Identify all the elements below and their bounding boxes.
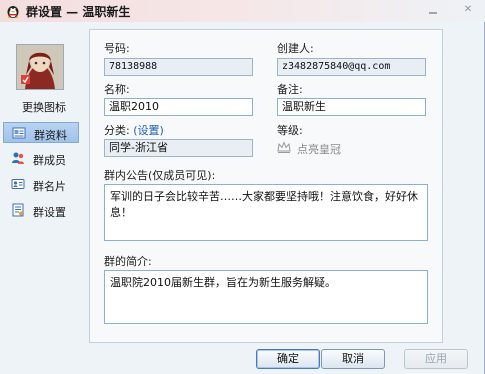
- announcement-textarea[interactable]: 军训的日子会比较辛苦……大家都要坚持哦！注意饮食，好好休息！: [104, 184, 428, 241]
- group-settings-window: 群设置 — 温职新生 ✕ 更换图标 群资料 群成员 群名片 群设置 号码: 78…: [0, 0, 485, 374]
- group-name-field[interactable]: 温职2010: [104, 98, 253, 116]
- sidebar-item-group-members[interactable]: 群成员: [3, 148, 79, 169]
- category-label: 分类: (设置): [104, 122, 164, 138]
- sidebar-item-label: 群名片: [33, 180, 66, 193]
- light-crown-link[interactable]: 点亮皇冠: [297, 141, 341, 157]
- close-button[interactable]: ✕: [463, 5, 473, 15]
- number-label: 号码:: [104, 42, 130, 55]
- sidebar-item-group-card[interactable]: 群名片: [3, 174, 79, 195]
- sidebar-item-label: 群设置: [33, 206, 66, 219]
- sidebar-item-group-info[interactable]: 群资料: [3, 122, 79, 143]
- announcement-label: 群内公告(仅成员可见):: [104, 169, 216, 182]
- apply-button[interactable]: 应用: [404, 349, 468, 369]
- panel-scroll-area: [447, 29, 459, 343]
- group-info-panel: 号码: 78138988 创建人: z3482875840@qq.com 名称:…: [89, 29, 443, 343]
- category-field[interactable]: 同学-浙江省: [104, 139, 253, 157]
- group-members-icon: [12, 152, 24, 164]
- cancel-button[interactable]: 取消: [321, 349, 385, 369]
- category-settings-link[interactable]: (设置): [133, 124, 164, 137]
- intro-textarea[interactable]: 温职院2010届新生群，旨在为新生服务解疑。: [104, 270, 428, 324]
- title-bar[interactable]: 群设置 — 温职新生 ✕: [0, 0, 485, 22]
- window-title: 群设置 — 温职新生: [26, 5, 131, 19]
- sidebar-item-label: 群资料: [34, 129, 67, 142]
- group-card-icon: [11, 179, 25, 189]
- sidebar-item-label: 群成员: [33, 154, 66, 167]
- creator-label: 创建人:: [277, 42, 314, 55]
- group-info-icon: [12, 127, 26, 139]
- intro-label: 群的简介:: [104, 255, 152, 268]
- remark-label: 备注:: [277, 83, 303, 96]
- group-number-field[interactable]: 78138988: [104, 58, 253, 76]
- category-label-text: 分类:: [104, 124, 130, 137]
- sidebar-nav: 群资料 群成员 群名片 群设置: [3, 122, 81, 226]
- level-label: 等级:: [277, 124, 303, 137]
- ok-button[interactable]: 确定: [256, 349, 320, 369]
- group-settings-icon: [12, 203, 24, 217]
- creator-field[interactable]: z3482875840@qq.com: [277, 58, 426, 76]
- remark-field[interactable]: 温职新生: [277, 98, 426, 116]
- change-icon-link[interactable]: 更换图标: [22, 99, 66, 115]
- crown-icon[interactable]: [277, 140, 291, 154]
- avatar-image-icon: [17, 45, 63, 89]
- minimize-button[interactable]: [428, 5, 438, 15]
- group-avatar[interactable]: [16, 44, 64, 90]
- sidebar-item-group-settings[interactable]: 群设置: [3, 200, 79, 221]
- qq-penguin-icon: [7, 6, 19, 18]
- name-label: 名称:: [104, 83, 130, 96]
